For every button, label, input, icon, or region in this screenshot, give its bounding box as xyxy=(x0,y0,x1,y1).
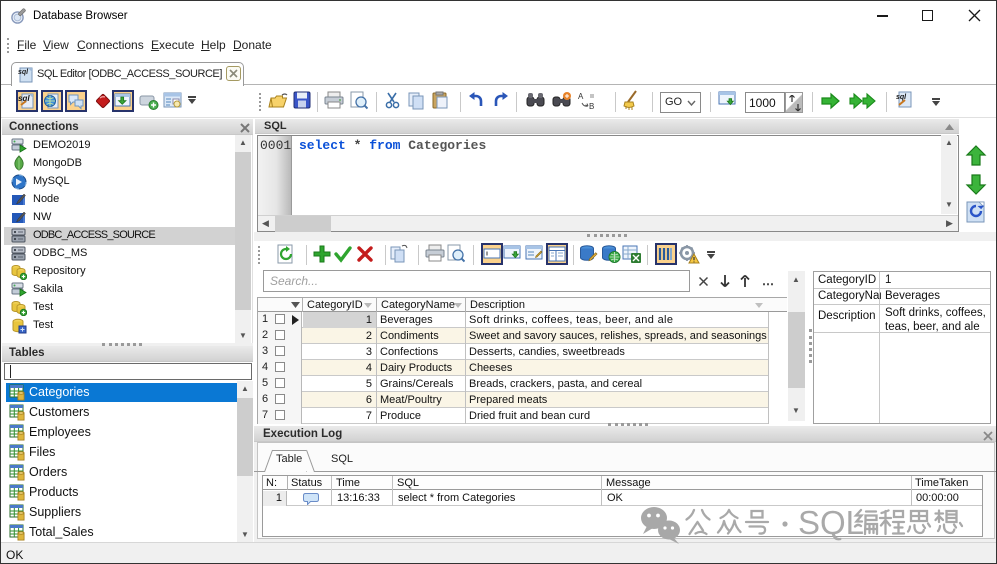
svg-text:A: A xyxy=(578,92,584,101)
svg-text:B: B xyxy=(589,102,594,111)
svg-text:sql: sql xyxy=(18,69,29,76)
svg-text:sql: sql xyxy=(896,94,907,101)
svg-text:SQL: SQL xyxy=(798,504,864,541)
